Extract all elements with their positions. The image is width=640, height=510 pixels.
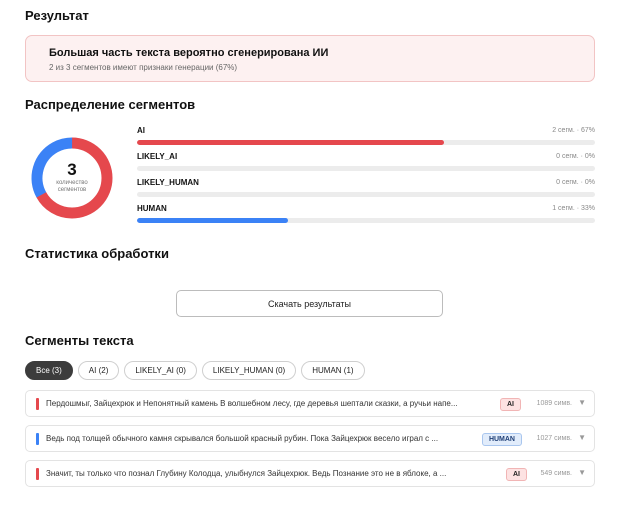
segment-badge: AI bbox=[506, 468, 527, 481]
distribution-heading: Распределение сегментов bbox=[25, 97, 196, 112]
bar-fill bbox=[137, 140, 444, 145]
segment-marker bbox=[36, 468, 39, 480]
filter-chip-likely-ai[interactable]: LIKELY_AI (0) bbox=[124, 361, 197, 380]
segment-text: Значит, ты только что познал Глубину Кол… bbox=[46, 469, 447, 478]
segments-heading: Сегменты текста bbox=[25, 333, 134, 348]
bar-value: 0 сегм. · 0% bbox=[556, 153, 595, 160]
download-results-button[interactable]: Скачать результаты bbox=[176, 290, 443, 317]
processing-heading: Статистика обработки bbox=[25, 246, 169, 261]
filter-chip-likely-human[interactable]: LIKELY_HUMAN (0) bbox=[201, 361, 297, 380]
bar-row-likely-human: LIKELY_HUMAN 0 сегм. · 0% bbox=[137, 178, 595, 198]
filter-chip-all[interactable]: Все (3) bbox=[25, 361, 73, 380]
bar-label: HUMAN bbox=[137, 204, 167, 213]
chevron-down-icon[interactable]: ▼ bbox=[578, 468, 586, 477]
bar-value: 1 сегм. · 33% bbox=[552, 205, 595, 212]
bar-value: 0 сегм. · 0% bbox=[556, 179, 595, 186]
segment-item[interactable]: Пердошмыг, Зайцехрюк и Непонятный камень… bbox=[25, 390, 595, 417]
bar-label: LIKELY_AI bbox=[137, 152, 178, 161]
bar-track bbox=[137, 140, 595, 145]
chevron-down-icon[interactable]: ▼ bbox=[578, 433, 586, 442]
segment-text: Пердошмыг, Зайцехрюк и Непонятный камень… bbox=[46, 399, 458, 408]
result-heading: Результат bbox=[25, 8, 89, 23]
filter-chip-ai[interactable]: AI (2) bbox=[77, 361, 120, 380]
segment-badge: HUMAN bbox=[481, 433, 522, 446]
donut-caption-line1: количество bbox=[56, 180, 88, 186]
bar-track bbox=[137, 218, 595, 223]
segment-filters: Все (3) AI (2) LIKELY_AI (0) LIKELY_HUMA… bbox=[25, 361, 365, 380]
bar-row-likely-ai: LIKELY_AI 0 сегм. · 0% bbox=[137, 152, 595, 172]
segment-item[interactable]: Значит, ты только что познал Глубину Кол… bbox=[25, 460, 595, 487]
bar-row-human: HUMAN 1 сегм. · 33% bbox=[137, 204, 595, 224]
donut-total: 3 bbox=[67, 160, 77, 179]
segment-length: 1089 симв. bbox=[536, 400, 572, 407]
verdict-banner: Большая часть текста вероятно сгенериров… bbox=[25, 35, 595, 82]
filter-chip-human[interactable]: HUMAN (1) bbox=[301, 361, 365, 380]
bar-track bbox=[137, 166, 595, 171]
bar-value: 2 сегм. · 67% bbox=[552, 127, 595, 134]
segment-marker bbox=[36, 433, 39, 445]
segment-item[interactable]: Ведь под толщей обычного камня скрывался… bbox=[25, 425, 595, 452]
verdict-subtitle: 2 из 3 сегментов имеют признаки генераци… bbox=[49, 63, 238, 72]
bar-row-ai: AI 2 сегм. · 67% bbox=[137, 126, 595, 146]
verdict-title: Большая часть текста вероятно сгенериров… bbox=[49, 47, 329, 59]
donut-caption: количество сегментов bbox=[30, 180, 114, 194]
bar-track bbox=[137, 192, 595, 197]
bar-label: LIKELY_HUMAN bbox=[137, 178, 199, 187]
bar-label: AI bbox=[137, 126, 145, 135]
segment-length: 1027 симв. bbox=[536, 435, 572, 442]
bar-fill bbox=[137, 218, 289, 223]
segment-length: 549 симв. bbox=[540, 470, 572, 477]
segment-badge: AI bbox=[500, 398, 521, 411]
segment-text: Ведь под толщей обычного камня скрывался… bbox=[46, 434, 439, 443]
donut-caption-line2: сегментов bbox=[57, 187, 87, 193]
chevron-down-icon[interactable]: ▼ bbox=[578, 398, 586, 407]
segment-marker bbox=[36, 398, 39, 410]
